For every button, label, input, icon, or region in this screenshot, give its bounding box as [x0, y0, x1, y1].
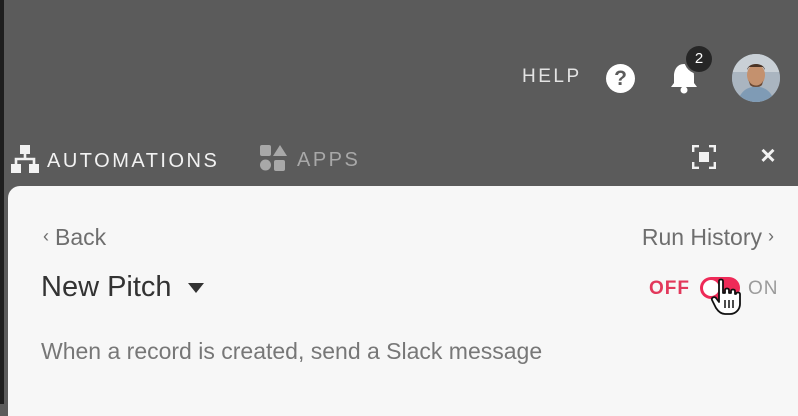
- tab-automations[interactable]: AUTOMATIONS: [11, 144, 219, 179]
- tab-apps-label: APPS: [297, 149, 361, 171]
- help-icon[interactable]: ?: [606, 64, 635, 93]
- tab-automations-label: AUTOMATIONS: [47, 150, 220, 172]
- avatar[interactable]: [732, 54, 780, 102]
- close-icon[interactable]: ×: [757, 140, 779, 170]
- chevron-right-icon: ›: [768, 226, 774, 246]
- run-history-label: Run History: [641, 224, 762, 250]
- automation-name-dropdown[interactable]: New Pitch: [41, 271, 204, 304]
- back-button[interactable]: ‹ Back: [43, 224, 106, 251]
- toggle-on-label: ON: [748, 278, 779, 299]
- focus-mode-icon[interactable]: [691, 144, 717, 170]
- automation-title: New Pitch: [41, 271, 172, 303]
- apps-icon: [259, 144, 289, 177]
- caret-down-icon: [187, 282, 204, 293]
- automation-description: When a record is created, send a Slack m…: [41, 338, 543, 364]
- run-history-link[interactable]: Run History ›: [642, 224, 774, 251]
- back-label: Back: [55, 224, 107, 250]
- hand-cursor-icon: [710, 278, 742, 318]
- window-edge: [0, 0, 4, 404]
- notification-count-badge: 2: [686, 46, 712, 72]
- tab-apps[interactable]: APPS: [259, 144, 360, 177]
- toggle-off-label: OFF: [649, 278, 690, 299]
- automations-icon: [11, 144, 39, 179]
- chevron-left-icon: ‹: [43, 226, 49, 246]
- help-label[interactable]: HELP: [522, 66, 582, 88]
